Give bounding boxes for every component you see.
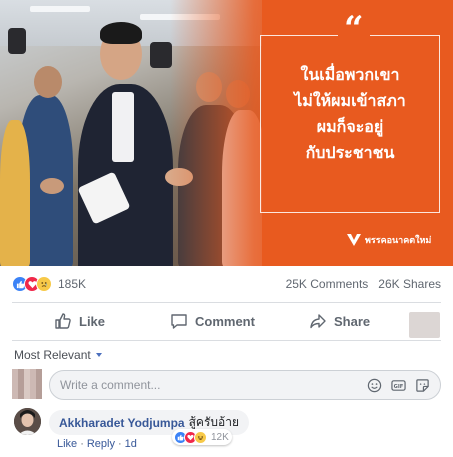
quote-line: ไม่ให้ผมเข้าสภา xyxy=(294,91,406,110)
caret-down-icon xyxy=(95,353,102,357)
share-arrow-icon xyxy=(310,314,326,329)
comment-reaction-count: 12K xyxy=(211,431,229,443)
share-button[interactable]: Share xyxy=(309,312,370,330)
haha-icon xyxy=(194,430,207,444)
comment-sort-label: Most Relevant xyxy=(14,348,91,362)
sticker-icon[interactable] xyxy=(415,378,430,393)
post-image[interactable]: “ ในเมื่อพวกเขา ไม่ให้ผมเข้าสภา ผมก็จะอย… xyxy=(0,0,453,266)
comment-sort-dropdown[interactable]: Most Relevant xyxy=(14,348,102,362)
separator: · xyxy=(117,438,122,450)
comment-input-placeholder: Write a comment... xyxy=(60,378,161,392)
commenter-avatar[interactable] xyxy=(14,408,41,435)
party-logo-icon xyxy=(347,234,361,246)
quote-text: ในเมื่อพวกเขา ไม่ให้ผมเข้าสภา ผมก็จะอยู่… xyxy=(262,62,438,166)
separator: · xyxy=(80,438,84,450)
quote-mark: “ xyxy=(338,12,370,46)
quote-line: ผมก็จะอยู่ xyxy=(316,117,384,136)
comment-actions: Like · Reply · 1d xyxy=(57,438,137,450)
share-as-avatar[interactable] xyxy=(409,312,440,338)
svg-text:GIF: GIF xyxy=(394,384,404,390)
comments-count-link[interactable]: 25K Comments xyxy=(286,277,369,291)
party-logo: พรรคอนาคตใหม่ xyxy=(346,233,431,247)
comment-input[interactable]: Write a comment... GIF xyxy=(49,370,441,400)
party-name: พรรคอนาคตใหม่ xyxy=(365,236,432,246)
reactions-summary: 185K 25K Comments 26K Shares xyxy=(0,266,453,302)
comment-icon xyxy=(171,314,187,329)
like-button[interactable]: Like xyxy=(54,312,105,330)
gif-icon[interactable]: GIF xyxy=(391,378,406,393)
sad-icon[interactable] xyxy=(36,276,52,292)
comment-reply-link[interactable]: Reply xyxy=(87,438,115,450)
comment-timestamp[interactable]: 1d xyxy=(125,438,137,450)
quote-line: ในเมื่อพวกเขา xyxy=(300,65,400,84)
thumbs-up-icon xyxy=(55,313,71,329)
emoji-icon[interactable] xyxy=(367,378,382,393)
post-action-bar: Like Comment Share xyxy=(0,303,453,339)
current-user-avatar[interactable] xyxy=(12,369,42,399)
reaction-count[interactable]: 185K xyxy=(58,277,86,291)
like-button-label: Like xyxy=(79,313,106,329)
share-button-label: Share xyxy=(334,313,371,329)
quote-line: กับประชาชน xyxy=(305,143,395,162)
shares-count-link[interactable]: 26K Shares xyxy=(378,277,441,291)
comment-button[interactable]: Comment xyxy=(170,312,255,330)
reaction-icons[interactable] xyxy=(12,276,52,292)
comment-author[interactable]: Akkharadet Yodjumpa xyxy=(59,416,185,430)
comment-reactions[interactable]: 12K xyxy=(172,429,232,445)
comment-button-label: Comment xyxy=(195,313,255,329)
divider xyxy=(12,340,441,341)
comment-like-link[interactable]: Like xyxy=(57,438,77,450)
